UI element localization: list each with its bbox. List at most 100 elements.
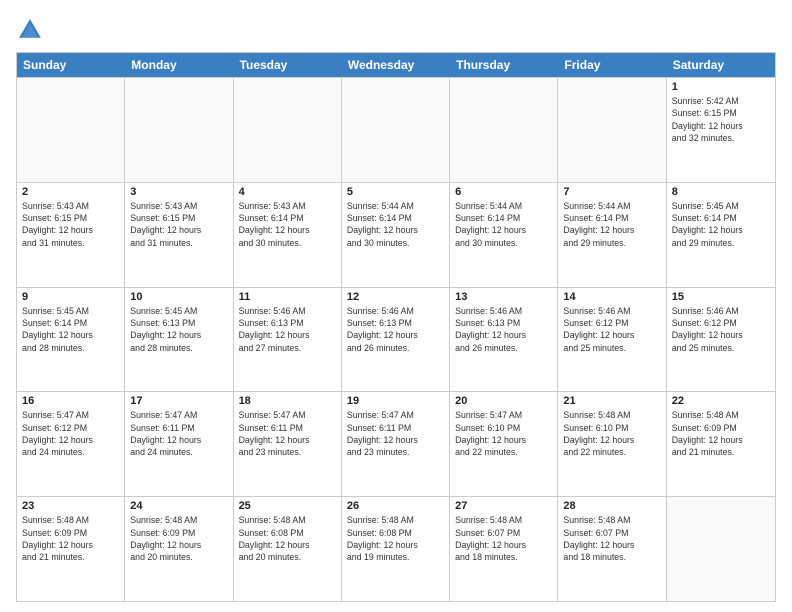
- calendar-cell: 12 Sunrise: 5:46 AM Sunset: 6:13 PM Dayli…: [342, 288, 450, 392]
- calendar-week: 16 Sunrise: 5:47 AM Sunset: 6:12 PM Dayli…: [17, 391, 775, 496]
- calendar-week: 23 Sunrise: 5:48 AM Sunset: 6:09 PM Dayli…: [17, 496, 775, 601]
- day-info: Sunrise: 5:47 AM Sunset: 6:12 PM Dayligh…: [22, 409, 119, 458]
- day-number: 12: [347, 291, 444, 303]
- calendar-cell: [234, 78, 342, 182]
- day-info: Sunrise: 5:48 AM Sunset: 6:08 PM Dayligh…: [239, 514, 336, 563]
- day-number: 11: [239, 291, 336, 303]
- calendar-cell: 1 Sunrise: 5:42 AM Sunset: 6:15 PM Daylig…: [667, 78, 775, 182]
- day-info: Sunrise: 5:44 AM Sunset: 6:14 PM Dayligh…: [563, 200, 660, 249]
- day-info: Sunrise: 5:42 AM Sunset: 6:15 PM Dayligh…: [672, 95, 770, 144]
- day-info: Sunrise: 5:48 AM Sunset: 6:09 PM Dayligh…: [22, 514, 119, 563]
- day-number: 18: [239, 395, 336, 407]
- day-number: 16: [22, 395, 119, 407]
- day-number: 14: [563, 291, 660, 303]
- weekday-header: Saturday: [667, 53, 775, 77]
- weekday-header: Thursday: [450, 53, 558, 77]
- day-number: 10: [130, 291, 227, 303]
- day-number: 26: [347, 500, 444, 512]
- day-info: Sunrise: 5:45 AM Sunset: 6:14 PM Dayligh…: [672, 200, 770, 249]
- calendar-cell: 24 Sunrise: 5:48 AM Sunset: 6:09 PM Dayli…: [125, 497, 233, 601]
- day-info: Sunrise: 5:48 AM Sunset: 6:09 PM Dayligh…: [130, 514, 227, 563]
- day-info: Sunrise: 5:48 AM Sunset: 6:08 PM Dayligh…: [347, 514, 444, 563]
- calendar-cell: 16 Sunrise: 5:47 AM Sunset: 6:12 PM Dayli…: [17, 392, 125, 496]
- calendar-cell: [667, 497, 775, 601]
- calendar-cell: 5 Sunrise: 5:44 AM Sunset: 6:14 PM Daylig…: [342, 183, 450, 287]
- day-number: 15: [672, 291, 770, 303]
- day-number: 21: [563, 395, 660, 407]
- day-info: Sunrise: 5:44 AM Sunset: 6:14 PM Dayligh…: [347, 200, 444, 249]
- calendar-cell: 8 Sunrise: 5:45 AM Sunset: 6:14 PM Daylig…: [667, 183, 775, 287]
- calendar-week: 2 Sunrise: 5:43 AM Sunset: 6:15 PM Daylig…: [17, 182, 775, 287]
- calendar-cell: 3 Sunrise: 5:43 AM Sunset: 6:15 PM Daylig…: [125, 183, 233, 287]
- calendar-cell: 26 Sunrise: 5:48 AM Sunset: 6:08 PM Dayli…: [342, 497, 450, 601]
- calendar-cell: [558, 78, 666, 182]
- calendar-cell: 6 Sunrise: 5:44 AM Sunset: 6:14 PM Daylig…: [450, 183, 558, 287]
- day-number: 8: [672, 186, 770, 198]
- logo-icon: [16, 16, 44, 44]
- day-info: Sunrise: 5:47 AM Sunset: 6:11 PM Dayligh…: [347, 409, 444, 458]
- day-info: Sunrise: 5:48 AM Sunset: 6:07 PM Dayligh…: [563, 514, 660, 563]
- day-number: 19: [347, 395, 444, 407]
- day-number: 17: [130, 395, 227, 407]
- calendar-cell: 19 Sunrise: 5:47 AM Sunset: 6:11 PM Dayli…: [342, 392, 450, 496]
- day-info: Sunrise: 5:48 AM Sunset: 6:07 PM Dayligh…: [455, 514, 552, 563]
- day-info: Sunrise: 5:46 AM Sunset: 6:12 PM Dayligh…: [563, 305, 660, 354]
- calendar-cell: 7 Sunrise: 5:44 AM Sunset: 6:14 PM Daylig…: [558, 183, 666, 287]
- calendar-cell: [342, 78, 450, 182]
- weekday-header: Sunday: [17, 53, 125, 77]
- calendar-cell: 21 Sunrise: 5:48 AM Sunset: 6:10 PM Dayli…: [558, 392, 666, 496]
- day-info: Sunrise: 5:46 AM Sunset: 6:13 PM Dayligh…: [239, 305, 336, 354]
- header: [16, 16, 776, 44]
- day-info: Sunrise: 5:47 AM Sunset: 6:11 PM Dayligh…: [239, 409, 336, 458]
- day-info: Sunrise: 5:48 AM Sunset: 6:09 PM Dayligh…: [672, 409, 770, 458]
- day-number: 24: [130, 500, 227, 512]
- day-info: Sunrise: 5:44 AM Sunset: 6:14 PM Dayligh…: [455, 200, 552, 249]
- day-number: 6: [455, 186, 552, 198]
- calendar-cell: [17, 78, 125, 182]
- day-number: 22: [672, 395, 770, 407]
- calendar-cell: 18 Sunrise: 5:47 AM Sunset: 6:11 PM Dayli…: [234, 392, 342, 496]
- day-info: Sunrise: 5:45 AM Sunset: 6:14 PM Dayligh…: [22, 305, 119, 354]
- calendar-cell: 28Sunrise: 5:48 AM Sunset: 6:07 PM Dayli…: [558, 497, 666, 601]
- day-number: 13: [455, 291, 552, 303]
- day-number: 2: [22, 186, 119, 198]
- calendar-cell: 10 Sunrise: 5:45 AM Sunset: 6:13 PM Dayli…: [125, 288, 233, 392]
- day-info: Sunrise: 5:46 AM Sunset: 6:13 PM Dayligh…: [455, 305, 552, 354]
- calendar-body: 1 Sunrise: 5:42 AM Sunset: 6:15 PM Daylig…: [17, 77, 775, 601]
- day-number: 23: [22, 500, 119, 512]
- day-info: Sunrise: 5:46 AM Sunset: 6:13 PM Dayligh…: [347, 305, 444, 354]
- calendar-cell: [125, 78, 233, 182]
- day-number: 4: [239, 186, 336, 198]
- day-info: Sunrise: 5:48 AM Sunset: 6:10 PM Dayligh…: [563, 409, 660, 458]
- day-info: Sunrise: 5:43 AM Sunset: 6:14 PM Dayligh…: [239, 200, 336, 249]
- day-number: 3: [130, 186, 227, 198]
- calendar-cell: 23 Sunrise: 5:48 AM Sunset: 6:09 PM Dayli…: [17, 497, 125, 601]
- weekday-header: Wednesday: [342, 53, 450, 77]
- day-number: 5: [347, 186, 444, 198]
- calendar-cell: 20Sunrise: 5:47 AM Sunset: 6:10 PM Dayli…: [450, 392, 558, 496]
- day-number: 7: [563, 186, 660, 198]
- calendar-cell: 27Sunrise: 5:48 AM Sunset: 6:07 PM Dayli…: [450, 497, 558, 601]
- calendar-header: SundayMondayTuesdayWednesdayThursdayFrid…: [17, 53, 775, 77]
- logo: [16, 16, 48, 44]
- calendar: SundayMondayTuesdayWednesdayThursdayFrid…: [16, 52, 776, 602]
- calendar-cell: 11 Sunrise: 5:46 AM Sunset: 6:13 PM Dayli…: [234, 288, 342, 392]
- day-number: 20: [455, 395, 552, 407]
- weekday-header: Friday: [558, 53, 666, 77]
- calendar-week: 9 Sunrise: 5:45 AM Sunset: 6:14 PM Daylig…: [17, 287, 775, 392]
- calendar-cell: 22 Sunrise: 5:48 AM Sunset: 6:09 PM Dayli…: [667, 392, 775, 496]
- calendar-week: 1 Sunrise: 5:42 AM Sunset: 6:15 PM Daylig…: [17, 77, 775, 182]
- calendar-cell: 25 Sunrise: 5:48 AM Sunset: 6:08 PM Dayli…: [234, 497, 342, 601]
- day-info: Sunrise: 5:46 AM Sunset: 6:12 PM Dayligh…: [672, 305, 770, 354]
- day-info: Sunrise: 5:45 AM Sunset: 6:13 PM Dayligh…: [130, 305, 227, 354]
- calendar-cell: 9 Sunrise: 5:45 AM Sunset: 6:14 PM Daylig…: [17, 288, 125, 392]
- day-info: Sunrise: 5:47 AM Sunset: 6:11 PM Dayligh…: [130, 409, 227, 458]
- calendar-cell: 13 Sunrise: 5:46 AM Sunset: 6:13 PM Dayli…: [450, 288, 558, 392]
- weekday-header: Monday: [125, 53, 233, 77]
- page: SundayMondayTuesdayWednesdayThursdayFrid…: [0, 0, 792, 612]
- day-info: Sunrise: 5:43 AM Sunset: 6:15 PM Dayligh…: [130, 200, 227, 249]
- day-number: 1: [672, 81, 770, 93]
- day-number: 9: [22, 291, 119, 303]
- day-number: 25: [239, 500, 336, 512]
- calendar-cell: [450, 78, 558, 182]
